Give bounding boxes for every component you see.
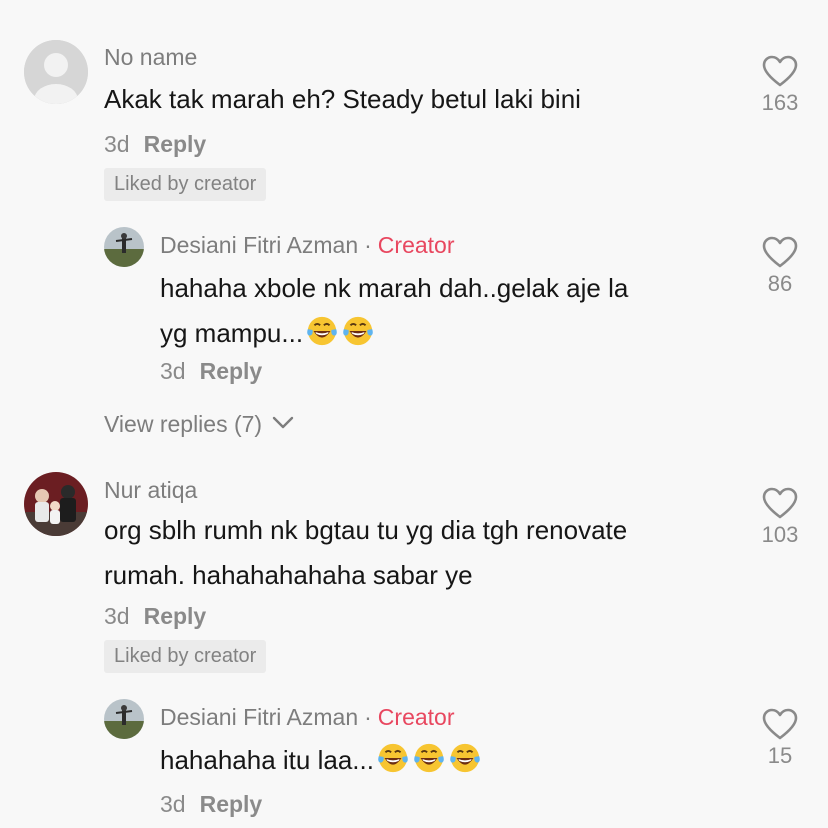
comment-text-span: hahahaha itu laa... — [160, 745, 374, 775]
emoji-group — [303, 316, 375, 348]
tears-of-joy-emoji — [448, 741, 482, 775]
like-button[interactable]: 163 — [745, 55, 815, 116]
like-count: 15 — [767, 743, 793, 768]
liked-by-creator-badge: Liked by creator — [104, 168, 267, 201]
separator-dot: · — [364, 704, 372, 730]
comment-meta: 3d Reply — [160, 358, 262, 385]
tears-of-joy-emoji — [376, 741, 410, 775]
commenter-name[interactable]: No name — [104, 44, 197, 71]
like-count: 103 — [761, 522, 799, 547]
view-replies-label: View replies (7) — [104, 411, 263, 437]
avatar[interactable] — [24, 472, 88, 536]
creator-badge: Creator — [377, 704, 455, 730]
like-button[interactable]: 86 — [745, 236, 815, 297]
chevron-down-icon — [273, 416, 294, 429]
comment-meta: 3d Reply — [160, 791, 262, 818]
creator-badge: Creator — [377, 232, 455, 258]
reply-button[interactable]: Reply — [200, 791, 263, 817]
comment-time: 3d — [104, 131, 130, 157]
avatar[interactable] — [104, 699, 144, 739]
comment-meta: 3d Reply — [104, 131, 206, 158]
liked-by-creator-badge: Liked by creator — [104, 640, 267, 673]
creator-name[interactable]: Desiani Fitri Azman — [160, 232, 358, 258]
view-replies-button[interactable]: View replies (7) — [104, 411, 294, 438]
avatar[interactable] — [104, 227, 144, 267]
tears-of-joy-emoji — [305, 314, 339, 348]
heart-icon — [762, 708, 798, 740]
commenter-name[interactable]: Desiani Fitri Azman · Creator — [160, 704, 455, 731]
family-photo-icon — [24, 472, 88, 536]
heart-icon — [762, 487, 798, 519]
heart-icon — [762, 55, 798, 87]
tears-of-joy-emoji — [341, 314, 375, 348]
default-user-icon — [24, 40, 88, 104]
comment-text: hahaha xbole nk marah dah..gelak aje la … — [160, 266, 628, 356]
comment-text-span: yg mampu... — [160, 318, 304, 348]
comment-text-line: org sblh rumh nk bgtau tu yg dia tgh ren… — [104, 515, 628, 545]
like-button[interactable]: 103 — [745, 487, 815, 548]
comment-text-line: yg mampu... — [160, 311, 628, 356]
creator-avatar-icon — [104, 227, 144, 267]
comment-text-line: rumah. hahahahahaha sabar ye — [104, 560, 473, 590]
like-count: 86 — [767, 271, 793, 296]
emoji-group — [374, 743, 482, 775]
comment-text-line: hahaha xbole nk marah dah..gelak aje la — [160, 273, 629, 303]
comment-time: 3d — [104, 603, 130, 629]
heart-icon — [762, 236, 798, 268]
commenter-name[interactable]: Nur atiqa — [104, 477, 197, 504]
commenter-name[interactable]: Desiani Fitri Azman · Creator — [160, 232, 455, 259]
creator-name[interactable]: Desiani Fitri Azman — [160, 704, 358, 730]
comment-text: hahahaha itu laa... — [160, 738, 482, 783]
separator-dot: · — [364, 232, 372, 258]
comment-time: 3d — [160, 358, 186, 384]
reply-button[interactable]: Reply — [144, 603, 207, 629]
comment-text: org sblh rumh nk bgtau tu yg dia tgh ren… — [104, 508, 627, 598]
reply-button[interactable]: Reply — [200, 358, 263, 384]
like-button[interactable]: 15 — [745, 708, 815, 769]
comment-text: Akak tak marah eh? Steady betul laki bin… — [104, 84, 581, 114]
like-count: 163 — [761, 90, 799, 115]
reply-button[interactable]: Reply — [144, 131, 207, 157]
tears-of-joy-emoji — [412, 741, 446, 775]
comment-time: 3d — [160, 791, 186, 817]
comment-meta: 3d Reply — [104, 603, 206, 630]
avatar[interactable] — [24, 40, 88, 104]
creator-avatar-icon — [104, 699, 144, 739]
